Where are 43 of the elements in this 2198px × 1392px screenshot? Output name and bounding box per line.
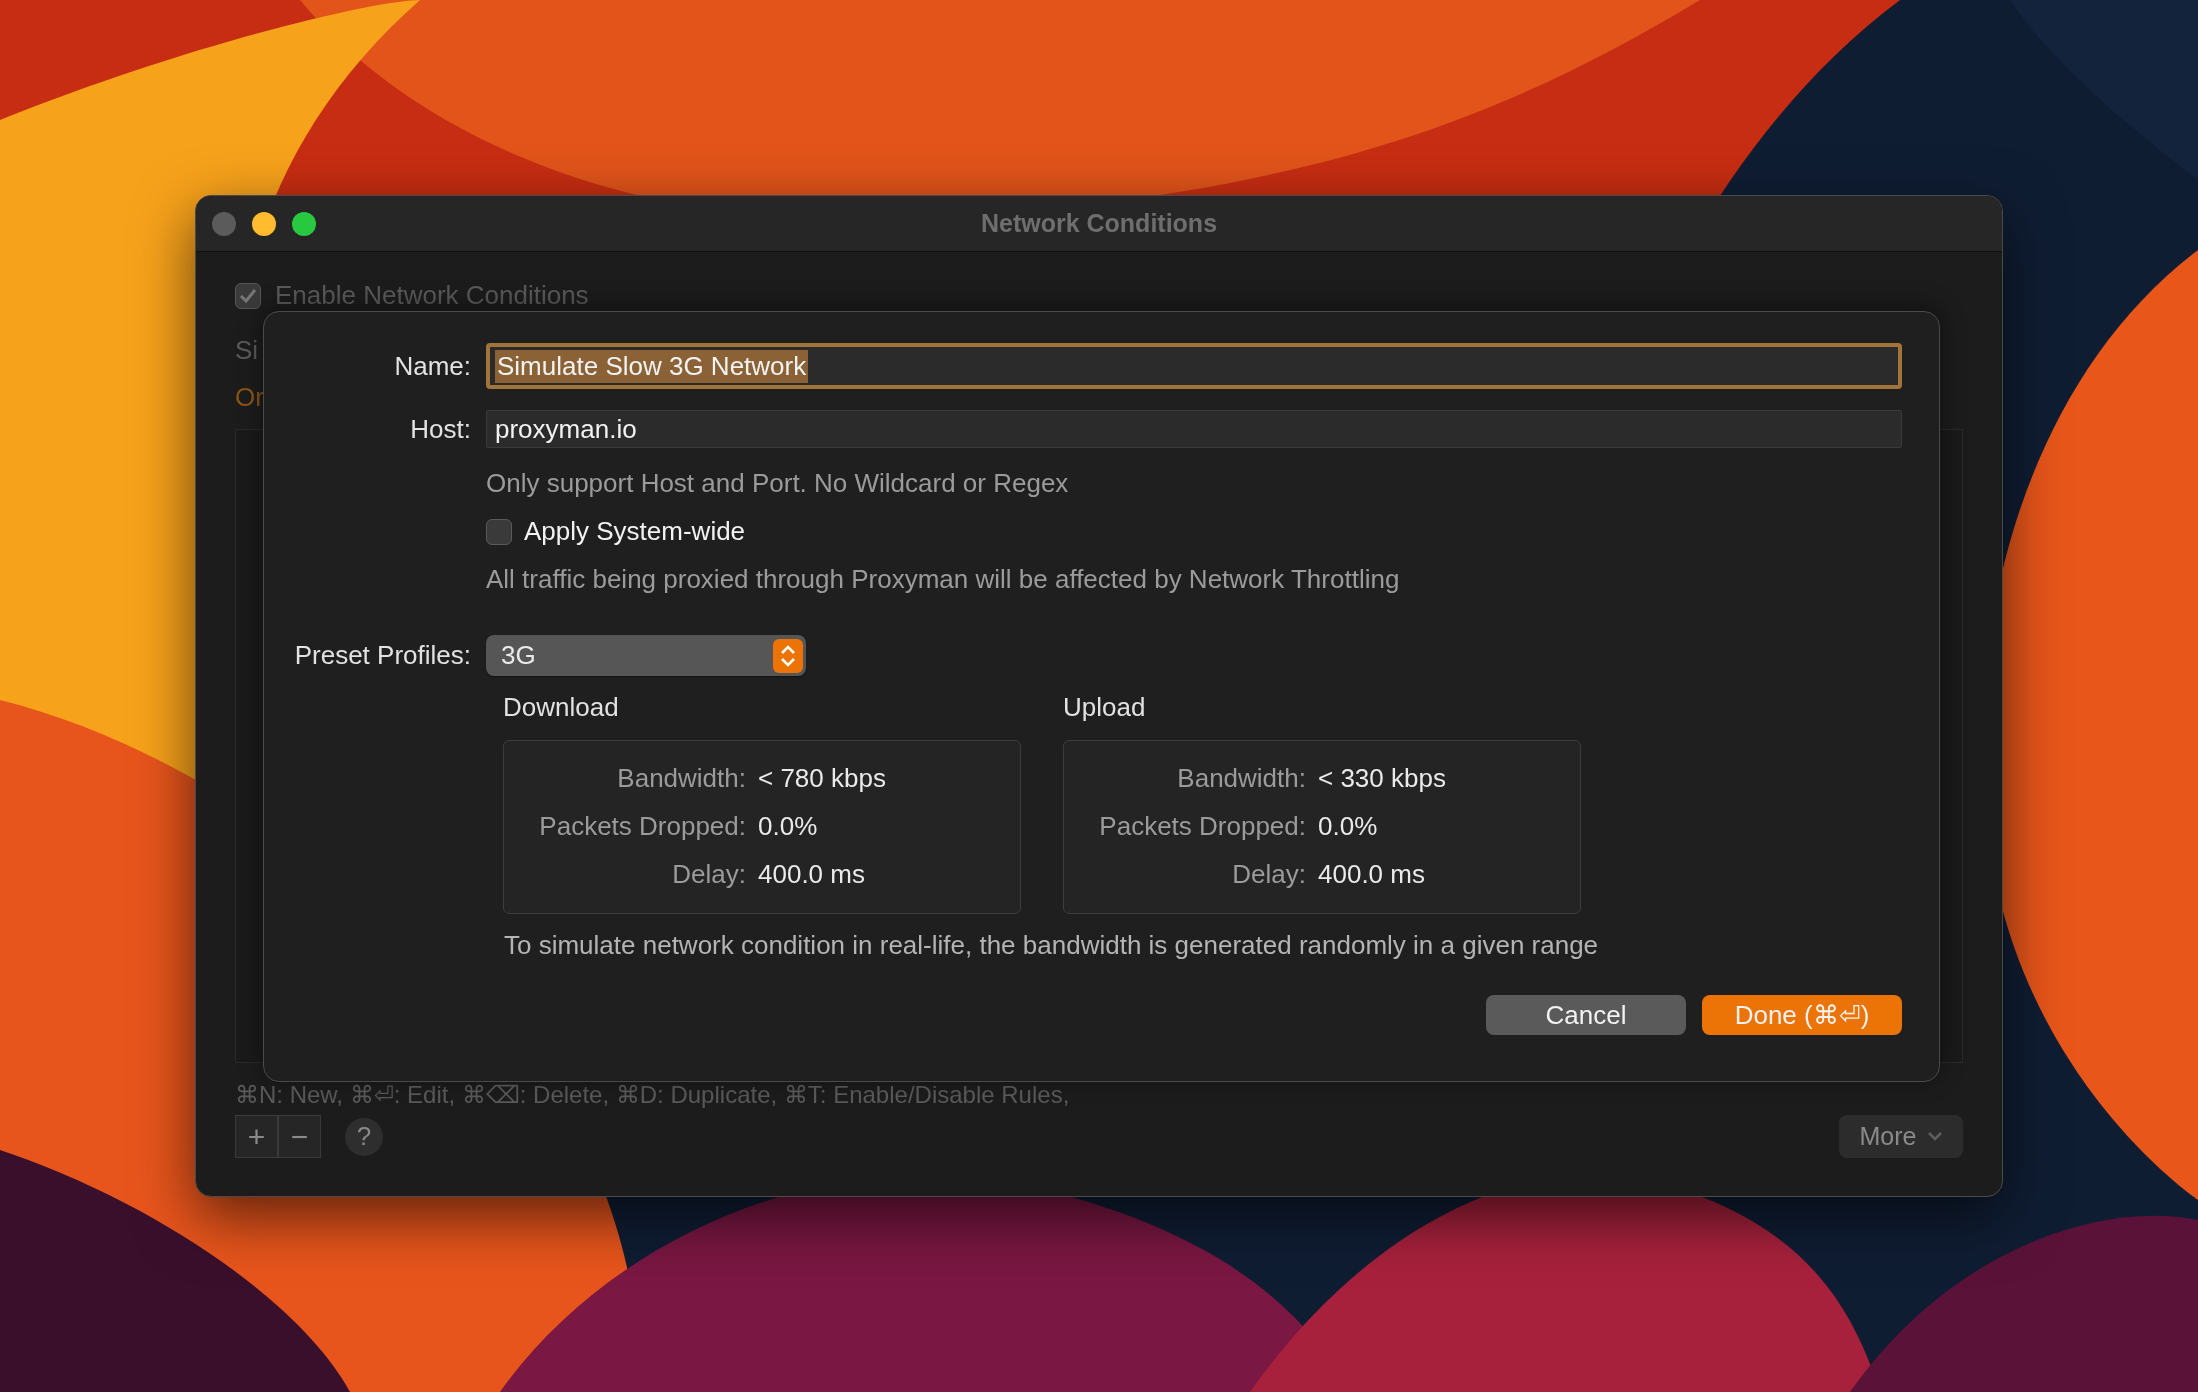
chevron-down-icon: [1928, 1132, 1943, 1141]
checkbox[interactable]: [486, 518, 512, 545]
close-button[interactable]: [212, 211, 236, 236]
label: Or: [235, 382, 264, 413]
help-text: All traffic being proxied through Proxyman will be affected by Network Throttling: [486, 564, 1400, 595]
field-label: Host:: [409, 413, 472, 445]
help-button[interactable]: ?: [345, 1117, 383, 1156]
stat-value: 0.0%: [758, 811, 818, 842]
help-text: Only support Host and Port. No Wildcard or Regex: [486, 468, 1069, 499]
stat-label: Packets Dropped:: [1098, 811, 1307, 842]
stat-value: < 330 kbps: [1318, 763, 1446, 794]
stat-label: Packets Dropped:: [538, 811, 747, 842]
stat-label: Bandwidth:: [1176, 763, 1307, 794]
cancel-button[interactable]: Cancel: [1486, 995, 1686, 1035]
footnote: To simulate network condition in real-life, the bandwidth is generated randomly in a given range: [504, 930, 1600, 961]
section-title: Upload: [1063, 692, 1147, 723]
host-field[interactable]: proxyman.io: [486, 410, 1902, 448]
window-title: Network Conditions: [979, 209, 1219, 238]
stat-value: < 780 kbps: [758, 763, 886, 794]
preset-dropdown[interactable]: 3G: [486, 635, 806, 676]
label: Si: [235, 335, 259, 366]
stat-label: Bandwidth:: [616, 763, 747, 794]
stepper-arrows-icon: [773, 638, 803, 673]
stat-label: Delay:: [1231, 859, 1307, 890]
field-label: Name:: [393, 350, 472, 382]
stat-value: 400.0 ms: [1318, 859, 1425, 890]
add-button[interactable]: +: [235, 1115, 278, 1158]
more-button[interactable]: More: [1839, 1115, 1963, 1158]
section-title: Download: [503, 692, 620, 723]
field-label: Preset Profiles:: [293, 640, 472, 671]
done-button[interactable]: Done (⌘⏎): [1702, 995, 1902, 1035]
stat-value: 0.0%: [1318, 811, 1378, 842]
checkbox-label: Enable Network Conditions: [275, 280, 589, 311]
checkbox-label: Apply System-wide: [523, 515, 747, 548]
checkmark-icon: [239, 287, 257, 304]
minimize-button[interactable]: [252, 211, 276, 236]
checkbox[interactable]: [235, 282, 261, 309]
name-field[interactable]: Simulate Slow 3G Network: [486, 343, 1902, 389]
stat-value: 400.0 ms: [758, 859, 865, 890]
shortcut-hint: ⌘N: New, ⌘⏎: Edit, ⌘⌫: Delete, ⌘D: Duplicate, ⌘T: Enable/Disable Rules,: [235, 1081, 1071, 1109]
zoom-button[interactable]: [292, 211, 316, 236]
remove-button[interactable]: −: [278, 1115, 321, 1158]
stat-label: Delay:: [671, 859, 747, 890]
